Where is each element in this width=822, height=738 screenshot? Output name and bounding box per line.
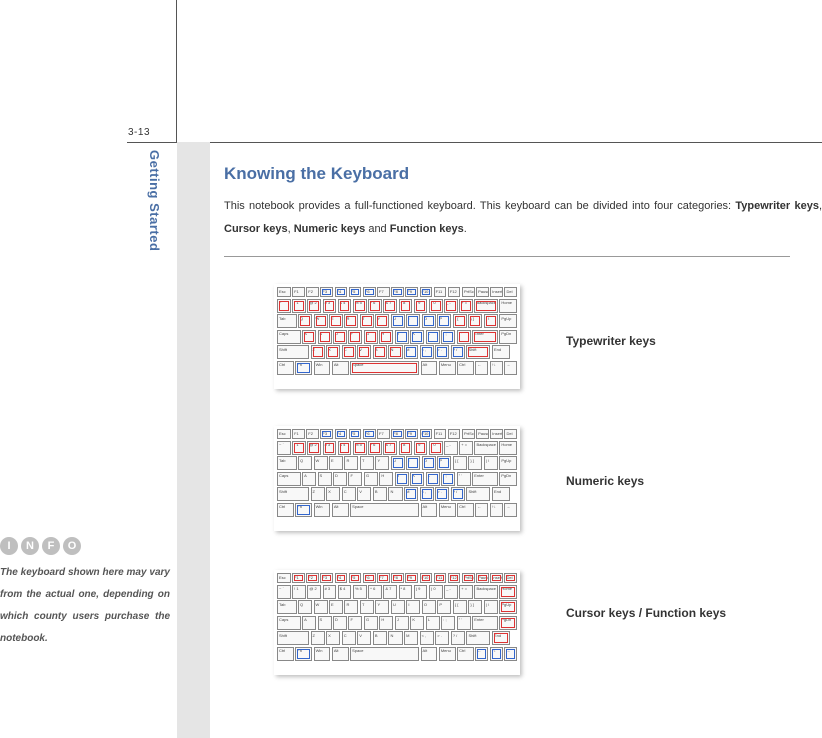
keyboard-illustration-cursor-fn: EscF1F2F3F4F5F6F7F8F9F10F11F12PrtScrPaus…	[274, 570, 520, 675]
body-bold-3: Numeric keys	[294, 223, 366, 235]
keyboard-label-numeric: Numeric keys	[566, 470, 644, 493]
keyboard-illustration-typewriter: EscF1F2F3F4F5F6F7F8F9F10F11F12PrtScrPaus…	[274, 284, 520, 389]
sidebar-gray-column	[177, 142, 210, 738]
body-bold-4: Function keys	[390, 223, 464, 235]
info-icon-i: I	[0, 537, 18, 555]
body-sep-4: .	[464, 223, 467, 235]
page-rule-vertical	[176, 0, 177, 142]
info-badge-row: I N F O	[0, 537, 81, 555]
content-divider	[224, 256, 790, 257]
section-title-vertical: Getting Started	[147, 150, 162, 251]
info-icon-f: F	[42, 537, 60, 555]
body-paragraph: This notebook provides a full-functioned…	[224, 195, 822, 241]
body-bold-2: Cursor keys	[224, 223, 288, 235]
keyboard-label-cursor-fn: Cursor keys / Function keys	[566, 602, 726, 625]
page-heading: Knowing the Keyboard	[224, 164, 409, 184]
body-pre: This notebook provides a full-functioned…	[224, 200, 735, 212]
body-bold-1: Typewriter keys	[735, 200, 819, 212]
page-rule-horizontal	[127, 142, 822, 143]
page-number: 3-13	[128, 127, 150, 138]
info-note: The keyboard shown here may vary from th…	[0, 562, 170, 650]
info-icon-o: O	[63, 537, 81, 555]
body-sep-3: and	[365, 223, 389, 235]
info-icon-n: N	[21, 537, 39, 555]
keyboard-label-typewriter: Typewriter keys	[566, 330, 656, 353]
keyboard-illustration-numeric: EscF1F2F3F4F5F6F7F8F9F10F11F12PrtScrPaus…	[274, 426, 520, 531]
